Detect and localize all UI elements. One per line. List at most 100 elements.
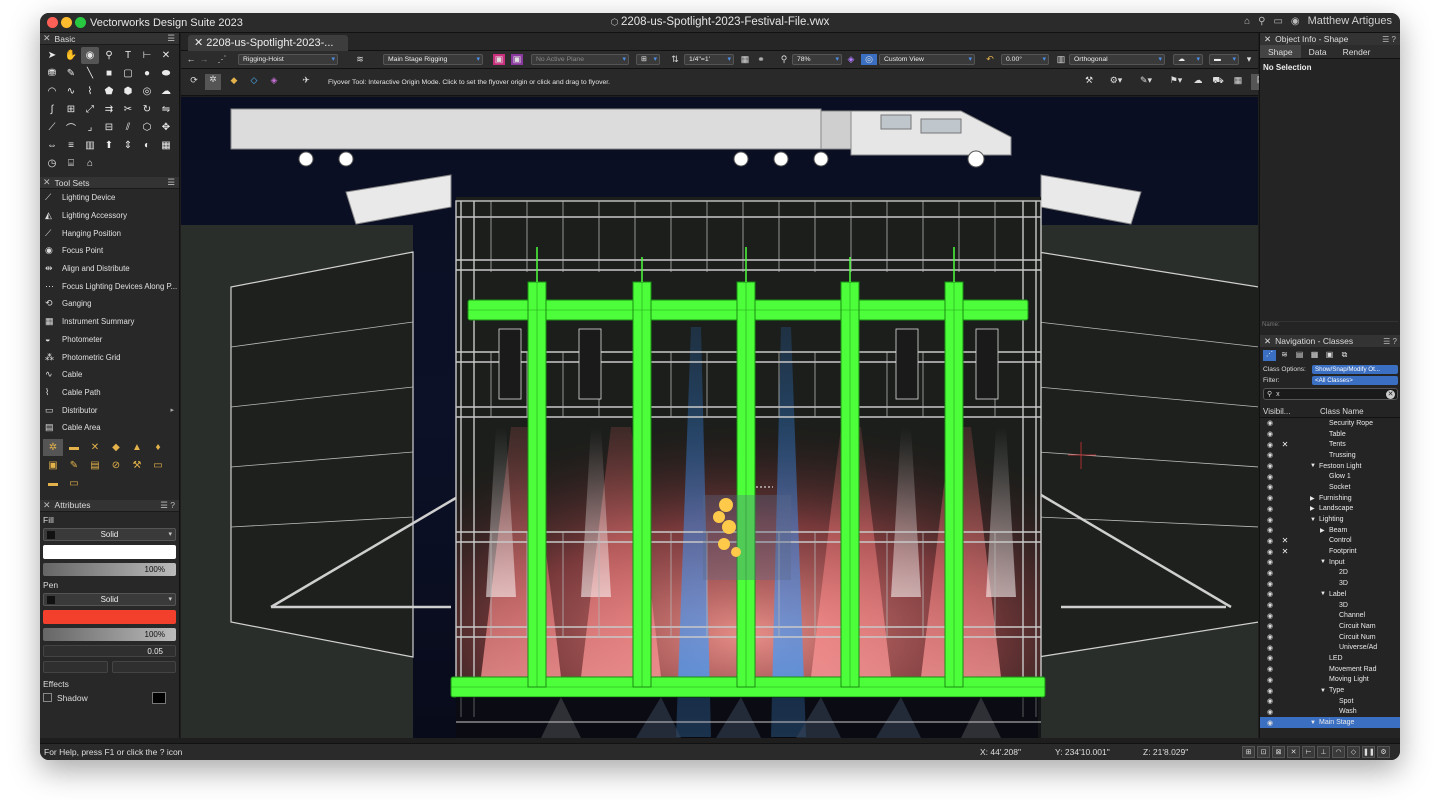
hand-icon[interactable]: ✋ [62,47,80,64]
snap-tangent-icon[interactable]: ◠ [1332,746,1345,758]
tool-focus-point[interactable]: ◉ Focus Point [40,242,179,260]
gear-icon[interactable]: ⚙ [1377,746,1390,758]
box-set-icon[interactable]: ▣ [43,457,63,474]
tool-ganging[interactable]: ⟲ Ganging [40,295,179,313]
circle-icon[interactable]: ● [138,65,156,82]
mesh-icon[interactable]: ▦ [157,137,175,154]
expanded-chevron-icon[interactable]: ▼ [1320,559,1329,565]
visibility-eye-icon[interactable]: ◉ [1260,558,1280,566]
class-options-select[interactable]: Show/Snap/Modify Ot... [1312,365,1398,374]
tray-set-icon[interactable]: ▭ [64,475,84,492]
visibility-eye-icon[interactable]: ◉ [1260,633,1280,641]
snap-mode-select[interactable]: ⊞ [636,54,660,65]
class-row[interactable]: ◉ Table [1260,429,1400,440]
visibility-eye-icon[interactable]: ◉ [1260,537,1280,545]
text-icon[interactable]: T [119,47,137,64]
class-row[interactable]: ◉ ▼ Type [1260,685,1400,696]
lighting-device-mode-icon[interactable]: ⚑▾ [1166,75,1186,89]
regular-polygon-icon[interactable]: ⬢ [119,83,137,100]
visibility-eye-icon[interactable]: ◉ [1260,697,1280,705]
class-row[interactable]: ◉ ▼ Input [1260,557,1400,568]
crate-set-icon[interactable]: ▬ [43,475,63,492]
link-set-icon[interactable]: ⊘ [106,457,126,474]
connect-icon[interactable]: ⟋ [43,119,61,136]
roof-icon[interactable]: ⌂ [81,155,99,172]
expanded-chevron-icon[interactable]: ▼ [1310,720,1319,726]
align-icon[interactable]: ≡ [62,137,80,154]
light-icon[interactable]: ✎▾ [1136,75,1156,89]
fill-opacity-slider[interactable]: 100% [43,562,176,576]
visibility-eye-icon[interactable]: ◉ [1260,580,1280,588]
class-row[interactable]: ◉ Spot [1260,696,1400,707]
visibility-eye-icon[interactable]: ◉ [1260,548,1280,556]
back-icon[interactable]: ← [185,54,197,65]
tab-shape[interactable]: Shape [1260,45,1301,58]
visibility-eye-icon[interactable]: ◉ [1260,654,1280,662]
visibility-eye-icon[interactable]: ◉ [1260,419,1280,427]
visibility-eye-icon[interactable]: ◉ [1260,441,1280,449]
fillet-icon[interactable]: ⌒ [62,119,80,136]
visibility-eye-icon[interactable]: ◉ [1260,665,1280,673]
grid-icon[interactable]: ▦ [1231,75,1245,89]
truss-set-icon[interactable]: ▬ [64,439,84,456]
snap-distance-icon[interactable]: ⊢ [1302,746,1315,758]
rectangle-icon[interactable]: ■ [100,65,118,82]
visibility-eye-icon[interactable]: ◉ [1260,516,1280,524]
class-row[interactable]: ◉ Universe/Ad [1260,642,1400,653]
close-icon[interactable]: ✕ [1264,34,1271,45]
zoom-tool-icon[interactable]: ⚭ [755,54,767,65]
close-icon[interactable]: ✕ [1264,336,1271,347]
class-row[interactable]: ◉ Movement Rad [1260,664,1400,675]
class-row[interactable]: ◉ Circuit Num [1260,632,1400,643]
stair-icon[interactable]: ⌸ [62,155,80,172]
fill-style-select[interactable]: Solid ▾ [43,527,176,541]
line-end-select[interactable] [111,660,176,673]
grid-icon[interactable]: ⊞ [62,101,80,118]
light-set-icon[interactable]: ♦ [148,439,168,456]
class-row[interactable]: ◉ 2D [1260,568,1400,579]
layer-options-icon[interactable]: ⋰ [215,54,229,65]
class-row[interactable]: ◉ ▼ Festoon Light [1260,461,1400,472]
trim-icon[interactable]: ✂ [119,101,137,118]
stretch-icon[interactable]: ⇔ [43,137,61,154]
cloud-icon[interactable]: ☁ [157,83,175,100]
view-bar-menu-icon[interactable]: ▾ [1243,54,1255,65]
standard-view-select[interactable]: Custom View [879,54,975,65]
layers-icon[interactable]: ≋ [1278,350,1291,361]
polygon-icon[interactable]: ⬟ [100,83,118,100]
expanded-chevron-icon[interactable]: ▼ [1310,463,1319,469]
close-icon[interactable]: ✕ [43,33,51,44]
projection-select[interactable]: Orthogonal [1069,54,1165,65]
tool-align-and-distribute[interactable]: ⇹ Align and Distribute [40,260,179,278]
rounded-rect-icon[interactable]: ▢ [119,65,137,82]
plane-mode-icon[interactable]: ◇ [247,75,261,89]
dimension-icon[interactable]: ⊢ [138,47,156,64]
rotate-plan-icon[interactable]: ↶ [984,54,996,65]
furniture-set-icon[interactable]: ▤ [85,457,105,474]
class-row[interactable]: ◉ LED [1260,653,1400,664]
hidden-mark-icon[interactable]: ✕ [1280,440,1290,449]
rotate-icon[interactable]: ↻ [138,101,156,118]
active-plane-select[interactable]: No Active Plane [531,54,629,65]
close-icon[interactable]: ✕ [43,500,51,511]
pen-weight-field[interactable]: 0.05 [43,644,176,657]
spotlight-set-icon[interactable]: ✲ [43,438,63,456]
spiral-icon[interactable]: ◎ [138,83,156,100]
line-icon[interactable]: ╲ [81,65,99,82]
references-icon[interactable]: ⧉ [1338,350,1351,361]
visibility-eye-icon[interactable]: ◉ [1260,494,1280,502]
class-row[interactable]: ◉ ▼ Label [1260,589,1400,600]
tab-data[interactable]: Data [1301,45,1335,58]
tool-hanging-position[interactable]: ⟋ Hanging Position [40,224,179,242]
class-row[interactable]: ◉ Glow 1 [1260,471,1400,482]
active-class-select[interactable]: Main Stage Rigging [383,54,483,65]
tool-cable[interactable]: ∿ Cable [40,366,179,384]
tool-photometric-grid[interactable]: ⁂ Photometric Grid [40,348,179,366]
camera-icon[interactable]: ◷ [43,155,61,172]
push-pull-icon[interactable]: ⇕ [119,137,137,154]
visibility-eye-icon[interactable]: ◉ [1260,708,1280,716]
class-row[interactable]: ◉ ▶ Beam [1260,525,1400,536]
tool-lighting-device[interactable]: ⟋ Lighting Device [40,189,179,207]
pen-color-swatch[interactable] [43,609,176,624]
freehand-icon[interactable]: ∿ [62,83,80,100]
